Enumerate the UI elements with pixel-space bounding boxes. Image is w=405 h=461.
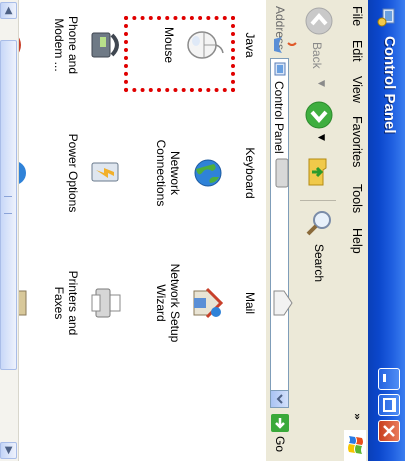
item-label-network-connections: Network Connections <box>154 139 182 207</box>
item-label-power-options: Power Options <box>66 133 80 213</box>
windows-logo-icon <box>344 430 366 461</box>
item-label-keyboard: Keyboard <box>243 147 257 199</box>
keyboard-icon <box>275 158 289 188</box>
back-dropdown-arrow[interactable]: ▼ <box>316 80 326 87</box>
menu-bar: File Edit View Favorites Tools Help » <box>343 0 368 461</box>
menu-help[interactable]: Help <box>350 228 364 254</box>
screenshot-stage: Control Panel File Edit View Favorites T… <box>0 0 405 461</box>
back-label: Back <box>310 42 324 69</box>
java-icon <box>274 37 297 53</box>
list-item-network-connections[interactable]: Network Connections <box>152 128 228 218</box>
go-button[interactable] <box>271 414 289 432</box>
phone-modem-icon <box>91 32 119 58</box>
selection-marker <box>121 17 238 91</box>
title-bar[interactable]: Control Panel <box>368 0 405 461</box>
list-item-network-setup-wizard[interactable]: Network Setup Wizard <box>152 258 228 348</box>
control-panel-window: Control Panel File Edit View Favorites T… <box>0 0 405 461</box>
power-options-icon <box>91 162 119 182</box>
scroll-thumb-grip <box>4 196 12 214</box>
maximize-button[interactable] <box>378 394 400 416</box>
scroll-left-button[interactable]: ◀ <box>0 2 17 19</box>
back-arrow-icon <box>305 7 333 35</box>
list-item-printers-and-faxes[interactable]: Printers and Faxes <box>36 258 126 348</box>
list-item-keyboard[interactable]: Keyboard <box>236 128 306 218</box>
item-label-printers-and-faxes: Printers and Faxes <box>52 270 80 336</box>
forward-arrow-icon <box>305 101 333 129</box>
control-panel-items: Java Keyboard Mail Mouse Network Connect… <box>16 0 297 461</box>
scroll-right-button[interactable]: ▶ <box>0 442 17 459</box>
address-dropdown-button[interactable] <box>271 390 288 407</box>
network-setup-wizard-icon <box>193 287 224 319</box>
menu-view[interactable]: View <box>350 76 364 103</box>
go-label: Go <box>273 436 287 453</box>
horizontal-scrollbar[interactable]: ◀ ▶ <box>0 0 19 461</box>
network-connections-icon <box>194 159 222 187</box>
control-panel-icon <box>377 8 395 27</box>
search-label: Search <box>312 244 326 283</box>
close-icon <box>383 425 395 437</box>
search-icon <box>306 211 331 236</box>
address-field[interactable]: Control Panel <box>270 58 289 408</box>
maximize-icon <box>383 398 396 412</box>
go-arrow-icon <box>275 418 285 429</box>
window-title: Control Panel <box>381 36 398 134</box>
close-button[interactable] <box>378 420 400 442</box>
list-item-mail[interactable]: Mail <box>236 258 306 348</box>
menu-overflow-chevron[interactable]: » <box>351 413 364 420</box>
menu-file[interactable]: File <box>350 6 364 26</box>
item-label-network-setup-wizard: Network Setup Wizard <box>154 263 182 343</box>
item-label-phone-and-modem: Phone and Modem ... <box>52 15 80 75</box>
item-label-java: Java <box>243 32 257 58</box>
list-item-power-options[interactable]: Power Options <box>36 128 126 218</box>
mail-icon <box>273 290 293 316</box>
scroll-thumb[interactable] <box>0 40 17 370</box>
item-label-mail: Mail <box>243 291 257 314</box>
chevron-down-icon <box>276 394 283 404</box>
list-item-phone-and-modem[interactable]: Phone and Modem ... <box>36 0 126 90</box>
menu-favorites[interactable]: Favorites <box>350 116 364 167</box>
minimize-icon <box>383 374 386 382</box>
forward-dropdown-arrow[interactable]: ▼ <box>316 134 326 141</box>
menu-tools[interactable]: Tools <box>350 184 364 213</box>
up-folder-icon <box>308 158 327 186</box>
list-item-java[interactable]: Java <box>236 0 306 90</box>
printer-icon <box>91 288 121 318</box>
minimize-button[interactable] <box>378 368 400 390</box>
menu-edit[interactable]: Edit <box>350 40 364 62</box>
